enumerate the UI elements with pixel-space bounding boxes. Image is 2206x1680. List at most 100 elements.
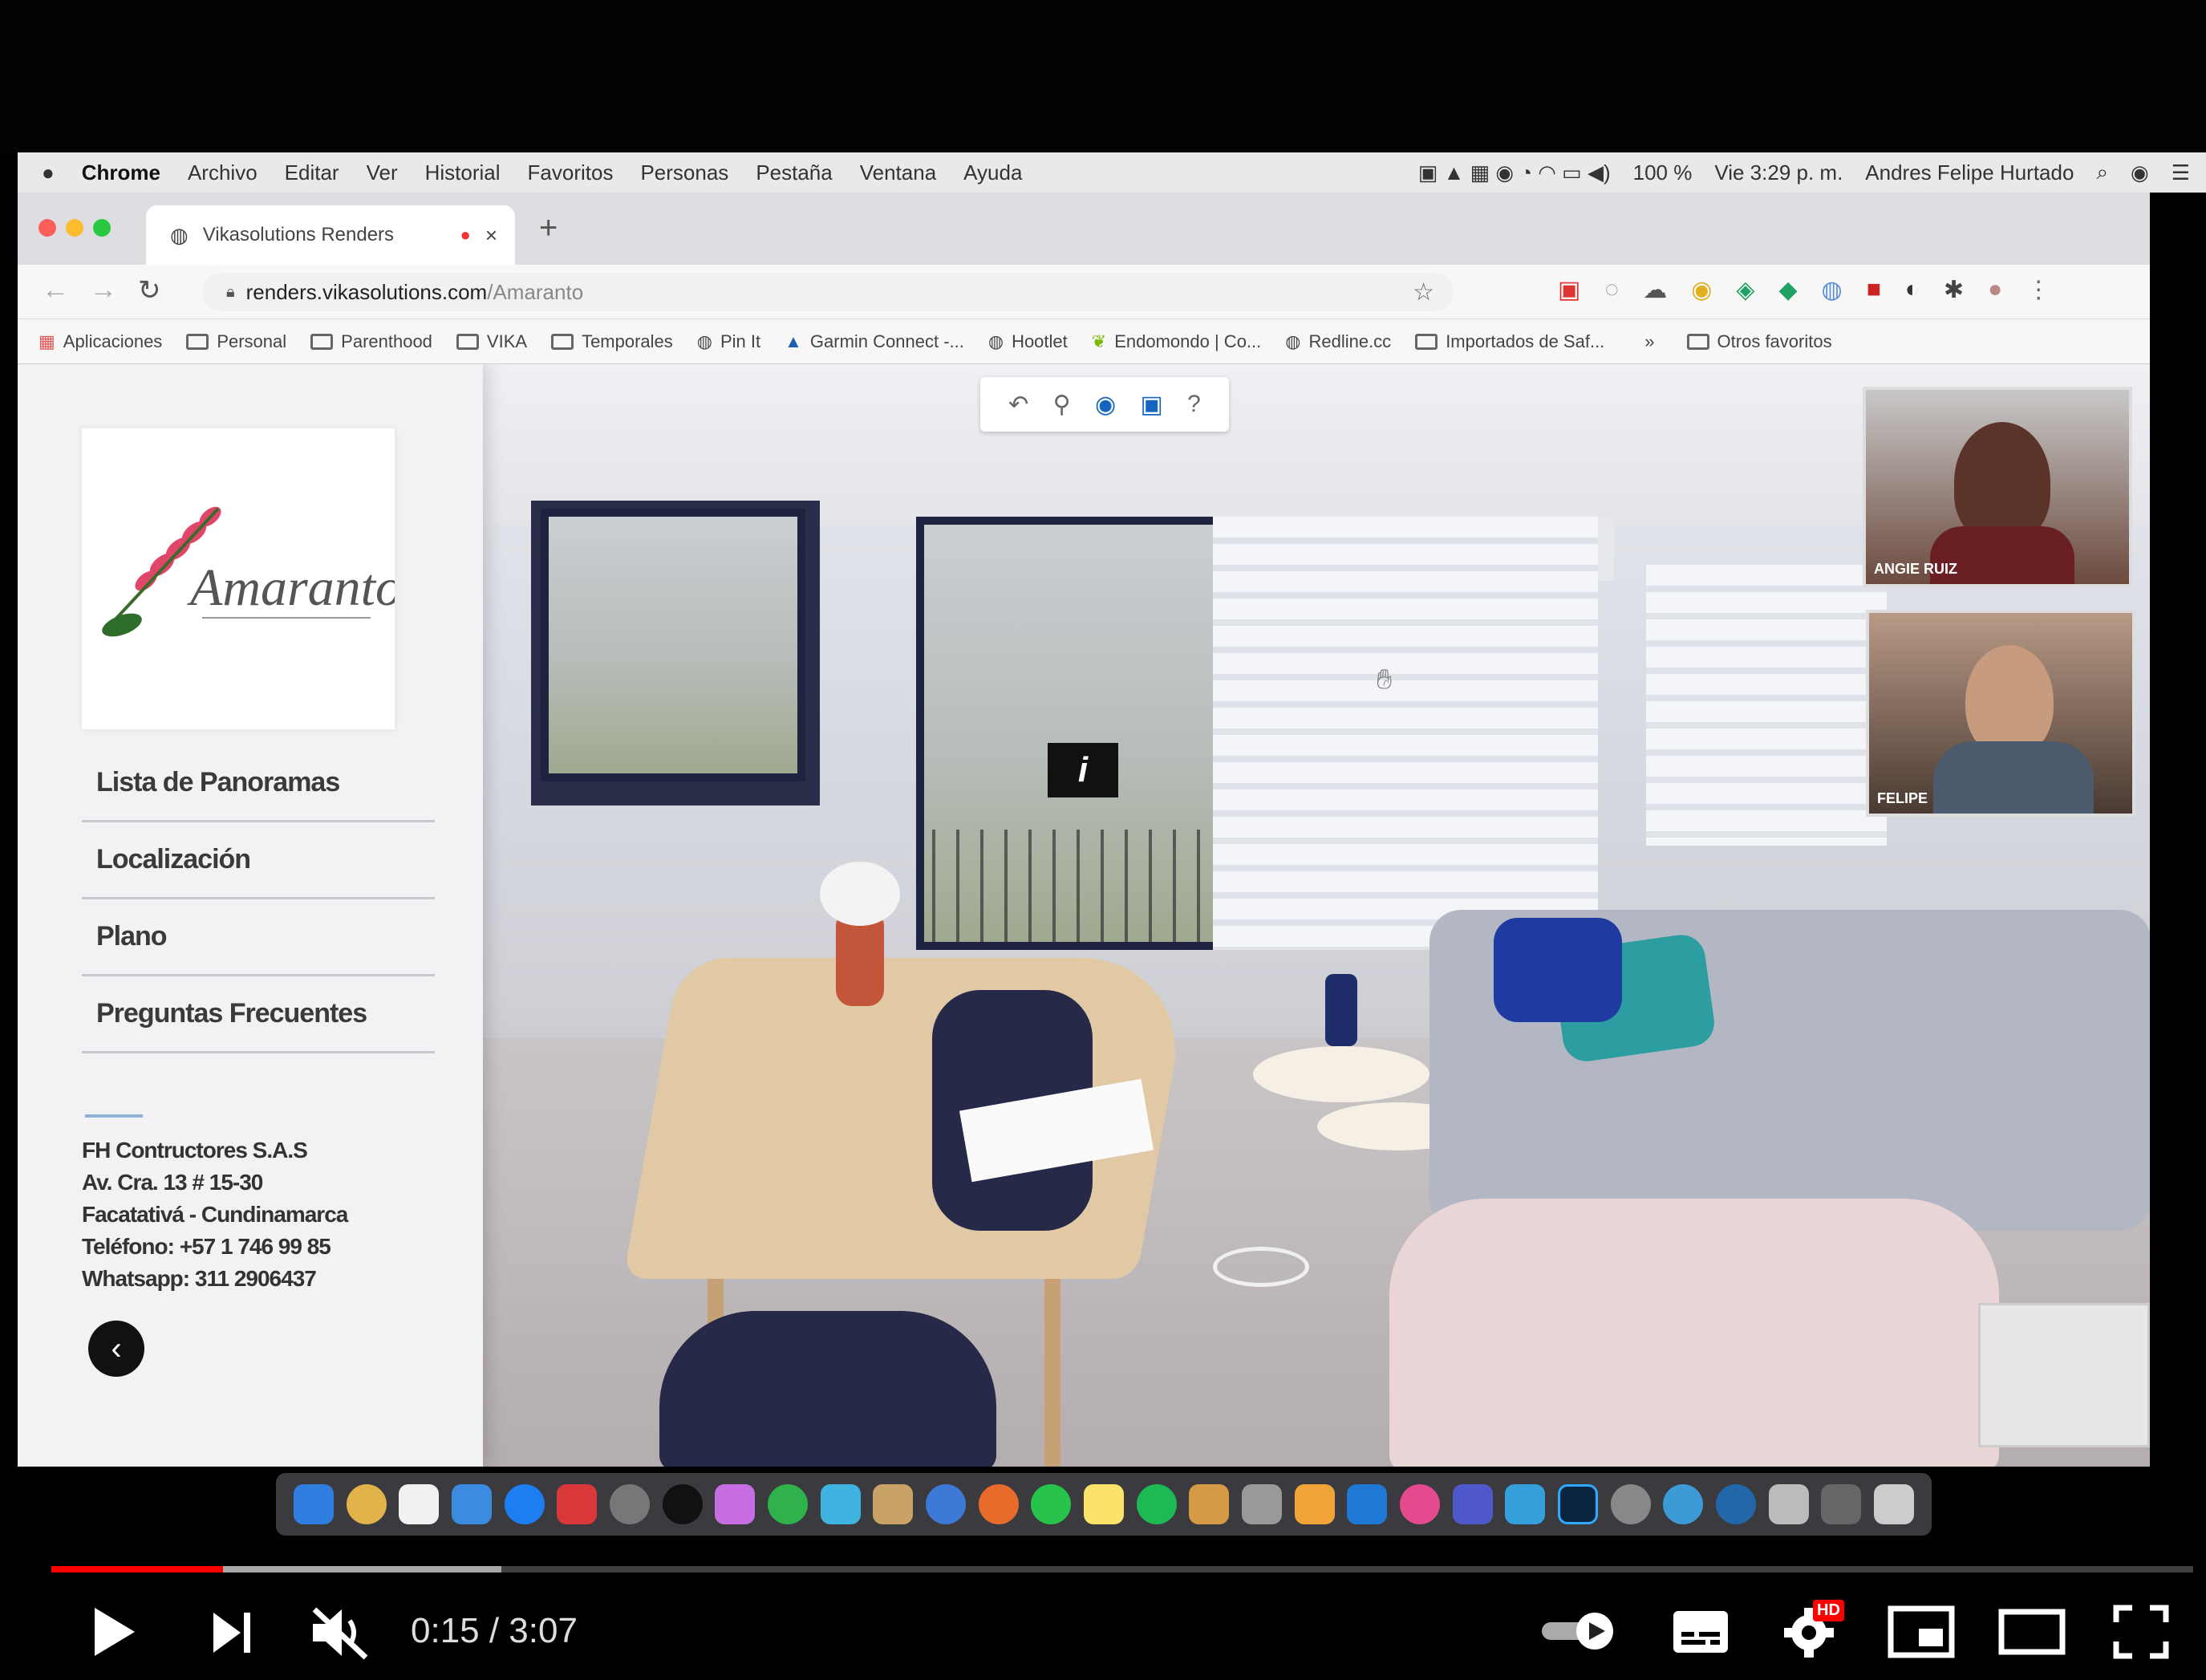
video-player[interactable]: ● Chrome Archivo Editar Ver Historial Fa… [0, 0, 2206, 1680]
extension-icon-3[interactable]: ☁ [1643, 276, 1667, 304]
menu-localizacion[interactable]: Localización [82, 822, 435, 899]
clock[interactable]: Vie 3:29 p. m. [1714, 160, 1843, 185]
numbers-icon[interactable] [820, 1484, 861, 1524]
extension-icon-8[interactable]: ■ [1867, 276, 1881, 304]
apple-icon[interactable]: ● [42, 160, 55, 185]
calendar-icon[interactable] [399, 1484, 440, 1524]
notes-app-icon[interactable] [873, 1484, 914, 1524]
keynote-icon[interactable] [1505, 1484, 1546, 1524]
reload-icon[interactable]: ↻ [138, 274, 161, 306]
trello-icon[interactable] [1347, 1484, 1388, 1524]
menu-plano[interactable]: Plano [82, 899, 435, 976]
teams-icon[interactable] [1452, 1484, 1493, 1524]
subtitles-icon[interactable] [1670, 1608, 1731, 1656]
window-zoom-button[interactable] [93, 219, 111, 237]
extension-icon-5[interactable]: ◈ [1736, 276, 1754, 304]
bookmark-parenthood[interactable]: Parenthood [310, 331, 432, 352]
new-tab-button[interactable]: + [539, 210, 558, 246]
info-hotspot[interactable]: i [1048, 743, 1118, 797]
vlc-icon[interactable] [1294, 1484, 1335, 1524]
user-name[interactable]: Andres Felipe Hurtado [1865, 160, 2074, 185]
collapse-sidebar-button[interactable]: ‹ [88, 1321, 144, 1377]
window-minimize-button[interactable] [66, 219, 83, 237]
next-icon[interactable] [210, 1609, 253, 1656]
downloads-stack-icon[interactable] [1768, 1484, 1809, 1524]
bookmark-personal[interactable]: Personal [186, 331, 286, 352]
menu-ventana[interactable]: Ventana [860, 160, 936, 185]
trash-icon[interactable] [1873, 1484, 1914, 1524]
window-close-button[interactable] [39, 219, 56, 237]
imovie-icon[interactable] [715, 1484, 756, 1524]
stickies-icon[interactable] [1083, 1484, 1124, 1524]
browser-tab[interactable]: ◍ Vikasolutions Renders ● × [146, 205, 515, 265]
chrome-icon[interactable] [346, 1484, 387, 1524]
forward-arrow-icon[interactable]: → [90, 274, 117, 306]
menu-ver[interactable]: Ver [367, 160, 398, 185]
bookmark-garmin[interactable]: ▲ Garmin Connect -... [785, 331, 964, 352]
apple-tv-icon[interactable] [662, 1484, 703, 1524]
settings-button[interactable]: HD [1781, 1600, 1853, 1661]
bookmark-temporales[interactable]: Temporales [551, 331, 673, 352]
user-location-icon[interactable]: ⚲ [1053, 391, 1071, 419]
bookmarks-overflow-icon[interactable]: » [1644, 331, 1654, 352]
notification-center-icon[interactable]: ☰ [2172, 160, 2190, 185]
menu-ayuda[interactable]: Ayuda [963, 160, 1022, 185]
autoplay-toggle[interactable] [1539, 1611, 1619, 1651]
miniplayer-icon[interactable] [1887, 1605, 1956, 1659]
bookmark-pinit[interactable]: ◍ Pin It [697, 331, 760, 352]
profile-avatar[interactable]: ● [1988, 276, 2002, 304]
compass-icon[interactable]: ◉ [1095, 391, 1116, 419]
edge-icon[interactable] [1715, 1484, 1756, 1524]
star-icon[interactable]: ☆ [1413, 278, 1434, 306]
extensions-puzzle-icon[interactable]: ✱ [1944, 276, 1964, 304]
battery-percent[interactable]: 100 % [1633, 160, 1693, 185]
extension-icon-9[interactable]: ◐ [1905, 276, 1920, 304]
system-prefs-icon[interactable] [609, 1484, 650, 1524]
video-tile-felipe[interactable]: FELIPE [1866, 610, 2135, 817]
bookmark-hootlet[interactable]: ◍ Hootlet [988, 331, 1068, 352]
bookmark-vika[interactable]: VIKA [456, 331, 527, 352]
undo-icon[interactable]: ↶ [1008, 391, 1028, 419]
spotify-icon[interactable] [1136, 1484, 1177, 1524]
bookmark-other[interactable]: Otros favoritos [1686, 331, 1832, 352]
back-arrow-icon[interactable]: ← [42, 274, 69, 306]
photos-icon[interactable] [1399, 1484, 1440, 1524]
books-icon[interactable] [1189, 1484, 1230, 1524]
bookmark-endomondo[interactable]: ❦ Endomondo | Co... [1092, 331, 1261, 352]
bookmark-importados[interactable]: Importados de Saf... [1415, 331, 1604, 352]
minus-circle-icon[interactable] [1610, 1484, 1651, 1524]
menu-favoritos[interactable]: Favoritos [528, 160, 614, 185]
safari-icon[interactable] [1663, 1484, 1704, 1524]
screen-share-thumbnail[interactable] [1978, 1303, 2150, 1447]
extension-icon-1[interactable]: ▣ [1558, 276, 1580, 304]
address-bar[interactable]: 🔒︎ renders.vikasolutions.com/Amaranto ☆ [202, 273, 1454, 311]
maps-icon[interactable] [451, 1484, 492, 1524]
mute-icon[interactable] [308, 1605, 372, 1661]
navigation-ring[interactable] [1213, 1247, 1309, 1287]
video-tile-angie[interactable]: ANGIE RUIZ [1863, 387, 2132, 587]
menu-personas[interactable]: Personas [640, 160, 728, 185]
menu-historial[interactable]: Historial [425, 160, 501, 185]
documents-stack-icon[interactable] [1821, 1484, 1862, 1524]
theater-mode-icon[interactable] [1997, 1608, 2066, 1656]
finder-icon[interactable] [293, 1484, 334, 1524]
readkit-icon[interactable] [557, 1484, 598, 1524]
menu-pestana[interactable]: Pestaña [756, 160, 832, 185]
help-button[interactable]: ? [1187, 391, 1201, 418]
menu-editar[interactable]: Editar [285, 160, 339, 185]
app-store-icon[interactable] [504, 1484, 545, 1524]
messages-icon[interactable] [767, 1484, 808, 1524]
panorama-viewer[interactable]: ↶ ⚲ ◉ ▣ ? ✋︎ i Amaranto Lista de Panoram… [18, 364, 2150, 1467]
menu-preguntas-frecuentes[interactable]: Preguntas Frecuentes [82, 976, 435, 1053]
kebab-menu-icon[interactable]: ⋮ [2026, 276, 2050, 304]
firefox-icon[interactable] [978, 1484, 1019, 1524]
menu-lista-panoramas[interactable]: Lista de Panoramas [82, 745, 435, 822]
bookmark-apps[interactable]: ▦ Aplicaciones [39, 331, 162, 352]
extension-icon-6[interactable]: ◆ [1778, 276, 1797, 304]
extension-icon-2[interactable]: ◌ [1604, 276, 1619, 304]
map-icon[interactable]: ▣ [1140, 391, 1162, 419]
onepassword-icon[interactable] [925, 1484, 966, 1524]
status-icons[interactable]: ▣ ▲ ▦ ◉ ◔ ◠ ▭ ◀) [1418, 160, 1611, 185]
bookmark-redline[interactable]: ◍ Redline.cc [1285, 331, 1391, 352]
menu-archivo[interactable]: Archivo [188, 160, 258, 185]
